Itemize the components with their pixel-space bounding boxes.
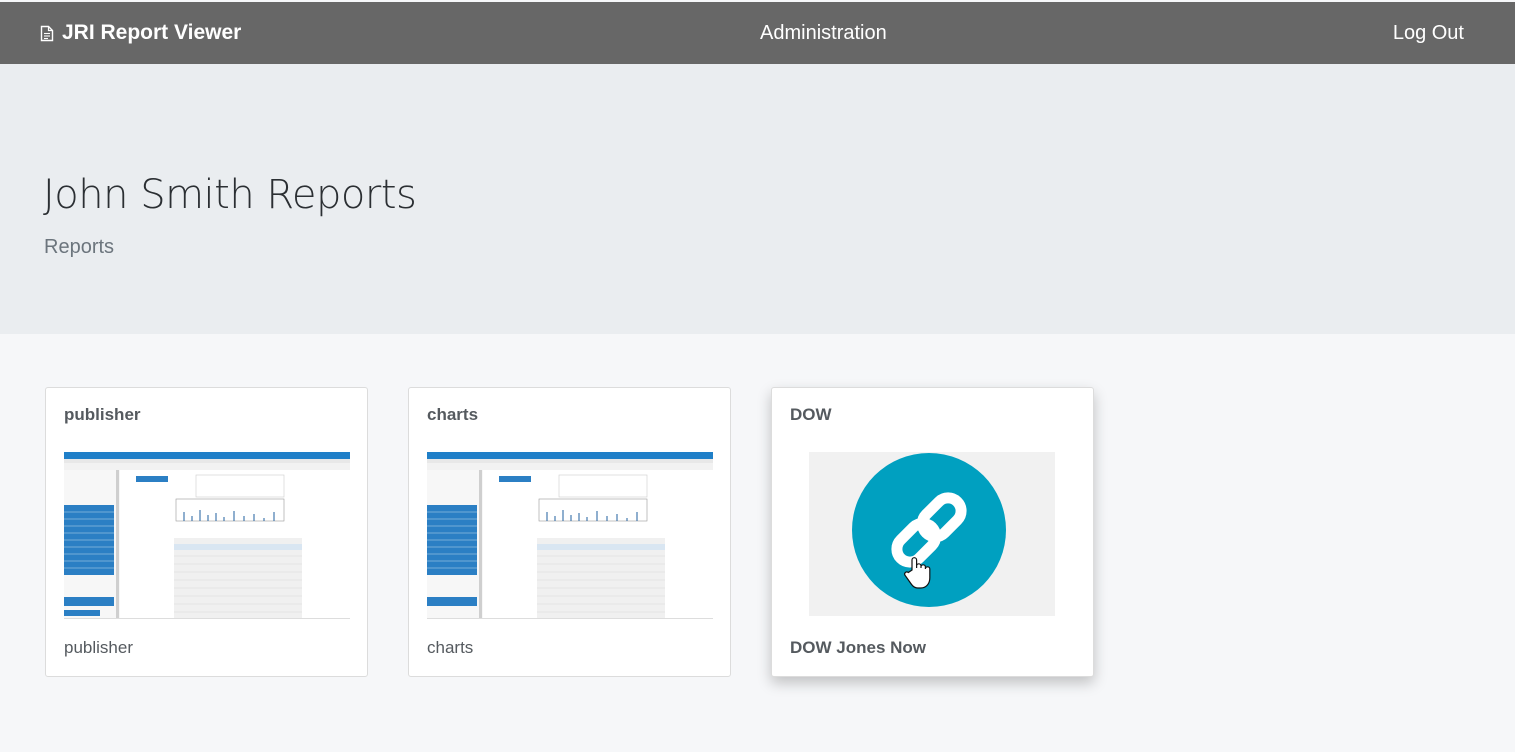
document-icon [40,25,54,41]
card-title: charts [427,405,479,424]
card-title: DOW [790,405,832,424]
card-label: publisher [64,638,133,657]
report-card-charts[interactable]: charts charts [408,387,731,677]
top-navbar: JRI Report Viewer Administration Log Out [0,2,1515,64]
administration-link[interactable]: Administration [760,2,887,64]
card-label: charts [427,638,474,657]
page-subtitle: Reports [44,236,115,258]
brand-link[interactable]: JRI Report Viewer [40,2,241,64]
logout-link[interactable]: Log Out [1393,2,1464,64]
report-card-dow[interactable]: DOW DOW Jones Now [771,387,1094,677]
report-preview-thumbnail [427,452,713,619]
report-card-publisher[interactable]: publisher publisher [45,387,368,677]
card-label: DOW Jones Now [790,638,927,657]
card-title: publisher [64,405,141,424]
brand-label: JRI Report Viewer [62,21,242,44]
link-thumbnail [809,452,1055,616]
page-header: John Smith Reports Reports [0,64,1515,334]
report-preview-thumbnail [64,452,350,619]
page-title: John Smith Reports [43,172,417,218]
